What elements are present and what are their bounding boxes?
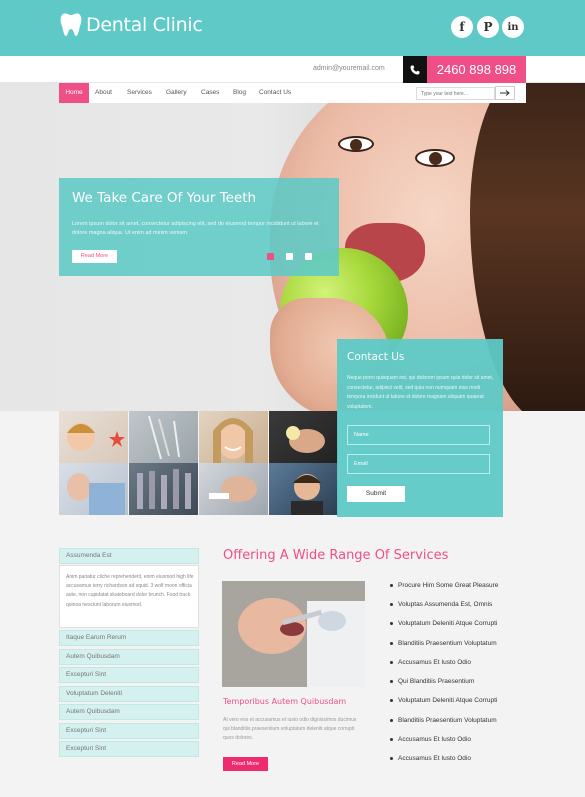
email-link[interactable]: admin@youremail.com (313, 65, 385, 72)
accordion-item[interactable]: Itaque Earum Rerum (59, 630, 199, 646)
search-button[interactable] (495, 86, 515, 100)
pinterest-icon[interactable]: P (477, 16, 499, 38)
nav-cases[interactable]: Cases (201, 83, 219, 103)
logo[interactable]: Dental Clinic (60, 12, 203, 38)
name-field[interactable] (347, 425, 490, 445)
service-list-item[interactable]: Blanditiis Praesentium Voluptatum (390, 717, 497, 724)
gallery-thumb-smile[interactable] (199, 411, 268, 463)
gallery-thumb-child[interactable] (59, 411, 128, 463)
nav-services[interactable]: Services (127, 83, 152, 103)
slider-dot-1[interactable] (267, 253, 274, 260)
gallery-thumb-doctor[interactable] (59, 463, 128, 515)
submit-button[interactable]: Submit (347, 486, 405, 502)
phone-number[interactable]: 2460 898 898 (427, 56, 526, 83)
phone-icon (410, 65, 420, 74)
accordion-item[interactable]: Autem Quibusdam (59, 649, 199, 665)
email-field[interactable] (347, 454, 490, 474)
child-image (67, 423, 125, 451)
service-list-label: Accusamus Et Iusto Odio (398, 755, 471, 762)
gallery-thumb-instruments[interactable] (129, 463, 198, 515)
nav-home[interactable]: Home (59, 83, 89, 103)
service-list-item[interactable]: Procure Him Some Great Pleasure (390, 582, 498, 589)
accordion-header-open[interactable]: Assumenda Est (59, 548, 199, 564)
accordion-body: Anim pariatur cliche reprehenderit, enim… (59, 565, 199, 628)
search-input[interactable] (416, 87, 495, 100)
service-read-more-button[interactable]: Read More (223, 757, 268, 771)
accordion-item[interactable]: Excepturi Sint (59, 667, 199, 683)
services-title: Offering A Wide Range Of Services (223, 548, 449, 563)
accordion-item[interactable]: Voluptatum Deleniti (59, 686, 199, 702)
contact-form: Contact Us Neque porro quisquam est, qui… (337, 339, 503, 517)
hero-caption: We Take Care Of Your Teeth Lorem ipsum d… (59, 178, 339, 276)
gallery-thumb-exam[interactable] (269, 411, 338, 463)
accordion-item[interactable]: Excepturi Sint (59, 723, 199, 739)
service-list-label: Voluptas Assumenda Est, Omnis (398, 601, 493, 608)
nav-contact[interactable]: Contact Us (259, 83, 291, 103)
service-list-label: Blanditiis Praesentium Voluptatum (398, 640, 497, 647)
service-list-label: Qui Blanditiis Praesentium (398, 678, 475, 685)
arrow-right-icon (500, 90, 510, 96)
slider-dot-3[interactable] (305, 253, 312, 260)
service-text: At vero eos et accusamus et iusto odio d… (223, 717, 357, 741)
linkedin-icon[interactable]: in (502, 16, 524, 38)
service-list-label: Accusamus Et Iusto Odio (398, 736, 471, 743)
gallery-thumb-boy[interactable] (269, 463, 338, 515)
phone-icon-box (403, 56, 427, 83)
service-list-label: Procure Him Some Great Pleasure (398, 582, 499, 589)
hero-eye-left (338, 136, 374, 152)
service-list-item[interactable]: Accusamus Et Iusto Odio (390, 755, 471, 762)
service-list-label: Voluptatum Deleniti Atque Corrupti (398, 620, 498, 627)
hero-eye-right (415, 149, 455, 167)
gallery-thumb-tools[interactable] (129, 411, 198, 463)
accordion-text: Anim pariatur cliche reprehenderit, enim… (66, 574, 194, 608)
nav-gallery[interactable]: Gallery (166, 83, 187, 103)
nav-blog[interactable]: Blog (233, 83, 246, 103)
service-list-item[interactable]: Blanditiis Praesentium Voluptatum (390, 640, 497, 647)
service-list-label: Blanditiis Praesentium Voluptatum (398, 717, 497, 724)
nav-about[interactable]: About (95, 83, 112, 103)
slider-dot-2[interactable] (286, 253, 293, 260)
bullet-icon (390, 699, 393, 702)
bullet-icon (390, 757, 393, 760)
smiling-boy-image (291, 474, 323, 515)
facebook-icon[interactable]: f (451, 16, 473, 38)
top-header: Dental Clinic f P in (0, 0, 585, 56)
service-list-item[interactable]: Accusamus Et Iusto Odio (390, 659, 471, 666)
hero-text: Lorem ipsum dolor sit amet, consectetur … (72, 221, 319, 236)
hero-read-more-button[interactable]: Read More (72, 250, 117, 263)
service-subtitle: Temporibus Autem Quibusdam (223, 697, 347, 706)
bullet-icon (390, 738, 393, 741)
accordion-item[interactable]: Autem Quibusdam (59, 704, 199, 720)
contact-text: Neque porro quisquam est, qui dolorem ip… (347, 375, 494, 410)
contact-title: Contact Us (347, 351, 405, 363)
bullet-icon (390, 603, 393, 606)
treatment-image (209, 476, 257, 502)
accordion-item[interactable]: Excepturi Sint (59, 741, 199, 757)
smiling-woman-image (213, 418, 253, 463)
service-list-item[interactable]: Voluptatum Deleniti Atque Corrupti (390, 697, 497, 704)
service-list-label: Accusamus Et Iusto Odio (398, 659, 471, 666)
bullet-icon (390, 642, 393, 645)
brand-name: Dental Clinic (86, 14, 203, 36)
service-list-item[interactable]: Accusamus Et Iusto Odio (390, 736, 471, 743)
dental-procedure-image (222, 581, 365, 687)
tooth-icon (60, 13, 82, 36)
bullet-icon (390, 622, 393, 625)
service-image (222, 581, 365, 687)
dental-tools-image (148, 415, 180, 460)
service-list-item[interactable]: Voluptatum Deleniti Atque Corrupti (390, 620, 497, 627)
bullet-icon (390, 719, 393, 722)
service-list-item[interactable]: Voluptas Assumenda Est, Omnis (390, 601, 492, 608)
hero-title: We Take Care Of Your Teeth (72, 190, 257, 206)
instruments-image (137, 469, 191, 509)
doctor-patient-image (67, 473, 125, 515)
gallery-thumb-treatment[interactable] (199, 463, 268, 515)
bullet-icon (390, 584, 393, 587)
service-list-item[interactable]: Qui Blanditiis Praesentium (390, 678, 474, 685)
service-list-label: Voluptatum Deleniti Atque Corrupti (398, 697, 498, 704)
bullet-icon (390, 661, 393, 664)
dental-exam-image (286, 426, 325, 453)
bullet-icon (390, 680, 393, 683)
